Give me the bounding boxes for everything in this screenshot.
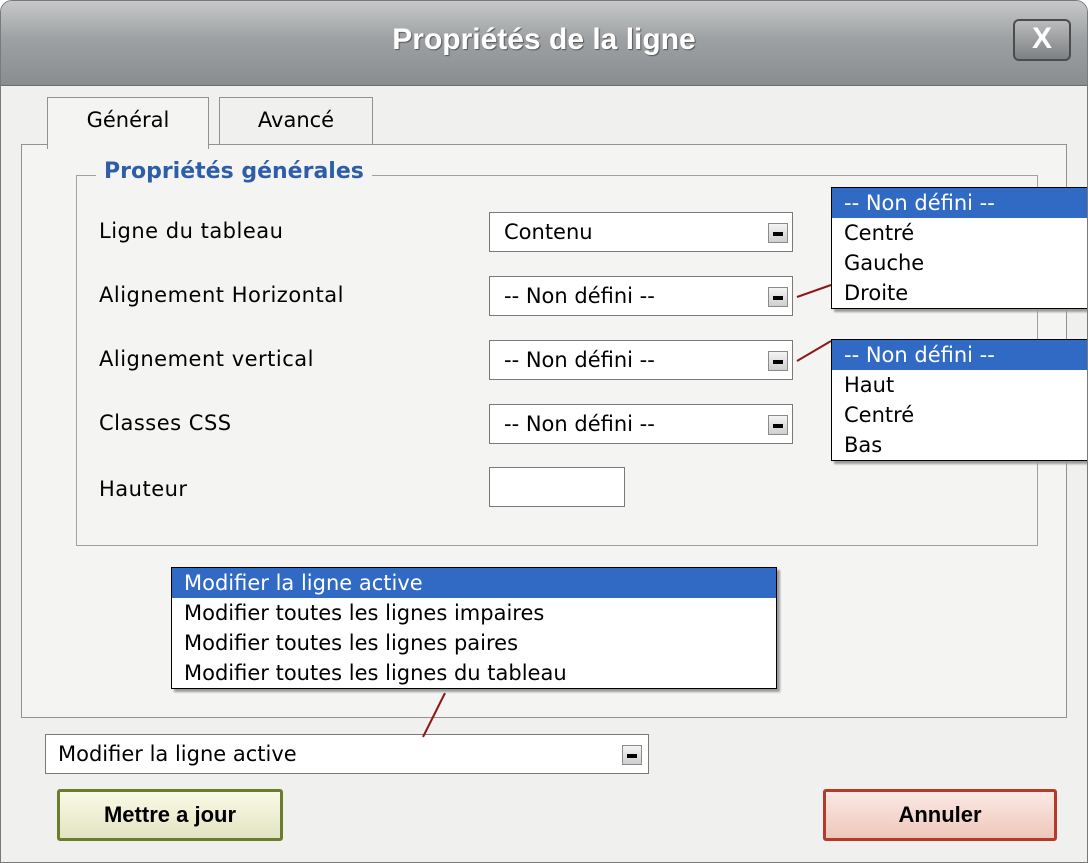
css-classes-select[interactable]: -- Non défini -- [489,404,793,444]
valign-label: Alignement vertical [99,347,314,371]
action-select[interactable]: Modifier la ligne active [45,734,649,774]
chevron-down-icon[interactable] [622,745,642,765]
row-properties-dialog: Propriétés de la ligne X Général Avancé … [0,0,1088,863]
title-bar: Propriétés de la ligne X [1,1,1087,86]
valign-option[interactable]: -- Non défini -- [832,340,1087,370]
tab-advanced[interactable]: Avancé [219,97,373,146]
action-option[interactable]: Modifier la ligne active [172,568,776,598]
css-classes-label: Classes CSS [99,411,232,435]
valign-dropdown-list: -- Non défini -- Haut Centré Bas [831,339,1087,461]
valign-value: -- Non défini -- [504,348,655,372]
action-select-value: Modifier la ligne active [58,742,297,766]
dialog-title: Propriétés de la ligne [392,23,696,56]
row-type-label: Ligne du tableau [99,219,284,243]
valign-option[interactable]: Haut [832,370,1087,400]
chevron-down-icon[interactable] [768,223,788,243]
chevron-down-icon[interactable] [768,351,788,371]
update-button-label: Mettre a jour [103,802,237,827]
update-button[interactable]: Mettre a jour [57,789,283,841]
action-dropdown-list: Modifier la ligne active Modifier toutes… [171,567,777,689]
general-properties-legend: Propriétés générales [96,159,372,184]
row-type-select[interactable]: Contenu [489,212,793,252]
close-icon: X [1031,22,1052,55]
height-input[interactable] [489,467,625,507]
halign-label: Alignement Horizontal [99,283,344,307]
row-type-value: Contenu [504,220,593,244]
chevron-down-icon[interactable] [768,415,788,435]
css-classes-value: -- Non défini -- [504,412,655,436]
halign-value: -- Non défini -- [504,284,655,308]
halign-dropdown-list: -- Non défini -- Centré Gauche Droite [831,187,1087,309]
cancel-button[interactable]: Annuler [823,789,1057,841]
valign-select[interactable]: -- Non défini -- [489,340,793,380]
halign-option[interactable]: -- Non défini -- [832,188,1087,218]
tab-advanced-label: Avancé [257,108,335,132]
halign-option[interactable]: Centré [832,218,1087,248]
cancel-button-label: Annuler [898,802,982,827]
halign-option[interactable]: Gauche [832,248,1087,278]
close-button[interactable]: X [1013,19,1071,61]
valign-option[interactable]: Bas [832,430,1087,460]
action-option[interactable]: Modifier toutes les lignes du tableau [172,658,776,688]
halign-option[interactable]: Droite [832,278,1087,308]
action-option[interactable]: Modifier toutes les lignes paires [172,628,776,658]
height-label: Hauteur [99,477,188,501]
chevron-down-icon[interactable] [768,287,788,307]
valign-option[interactable]: Centré [832,400,1087,430]
tab-general[interactable]: Général [47,97,209,149]
action-option[interactable]: Modifier toutes les lignes impaires [172,598,776,628]
halign-select[interactable]: -- Non défini -- [489,276,793,316]
tab-general-label: Général [86,108,170,132]
